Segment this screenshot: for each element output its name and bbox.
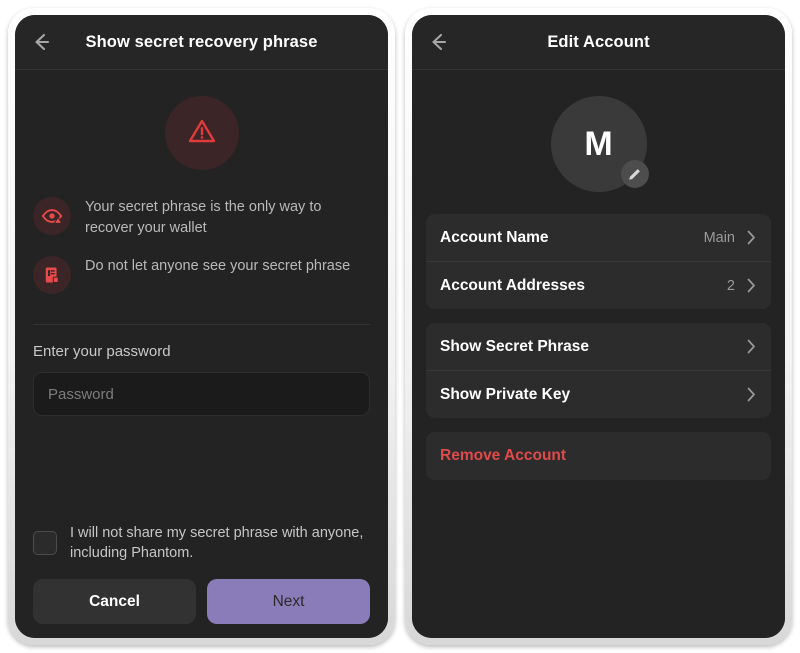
row-show-secret-phrase[interactable]: Show Secret Phrase <box>426 323 771 370</box>
row-show-private-key[interactable]: Show Private Key <box>426 370 771 418</box>
eye-warning-icon <box>33 197 71 235</box>
warning-section: Your secret phrase is the only way to re… <box>15 70 388 325</box>
avatar-initial: M <box>584 124 613 163</box>
action-button-row: Cancel Next <box>33 579 370 624</box>
row-label: Show Secret Phrase <box>440 337 590 355</box>
row-account-name[interactable]: Account Name Main <box>426 214 771 261</box>
row-remove-account[interactable]: Remove Account <box>426 432 771 480</box>
edit-account-screen: Edit Account M Account Name Main Account… <box>412 15 785 638</box>
row-value: Main <box>703 229 735 246</box>
password-label: Enter your password <box>33 343 171 360</box>
info-row: Do not let anyone see your secret phrase <box>33 247 370 302</box>
chevron-right-icon <box>745 387 757 402</box>
screenshot-stage: Show secret recovery phrase Your secret … <box>0 0 800 653</box>
avatar-wrap: M <box>426 70 771 214</box>
password-placeholder: Password <box>48 385 114 403</box>
left-header: Show secret recovery phrase <box>15 15 388 70</box>
left-phone-frame: Show secret recovery phrase Your secret … <box>8 8 395 645</box>
info-row: Your secret phrase is the only way to re… <box>33 188 370 247</box>
chevron-right-icon <box>745 339 757 354</box>
page-title: Show secret recovery phrase <box>85 32 318 51</box>
row-label: Account Name <box>440 228 549 246</box>
security-settings-card: Show Secret Phrase Show Private Key <box>426 323 771 418</box>
document-key-icon <box>33 256 71 294</box>
page-title: Edit Account <box>547 32 650 51</box>
consent-checkbox[interactable] <box>33 531 57 555</box>
row-label: Show Private Key <box>440 385 571 403</box>
cancel-button[interactable]: Cancel <box>33 579 196 624</box>
warning-badge-wrap <box>33 70 370 188</box>
password-section: Enter your password Password I will not … <box>15 325 388 638</box>
warning-triangle-icon <box>185 114 219 153</box>
back-arrow-icon[interactable] <box>426 30 450 54</box>
danger-card: Remove Account <box>426 432 771 480</box>
consent-row[interactable]: I will not share my secret phrase with a… <box>33 523 370 563</box>
remove-account-label: Remove Account <box>440 447 567 464</box>
right-phone-frame: Edit Account M Account Name Main Account… <box>405 8 792 645</box>
row-value: 2 <box>726 277 735 294</box>
chevron-right-icon <box>745 230 757 245</box>
right-header: Edit Account <box>412 15 785 70</box>
back-arrow-icon[interactable] <box>29 30 53 54</box>
info-row-label: Do not let anyone see your secret phrase <box>85 258 351 274</box>
show-secret-recovery-phrase-screen: Show secret recovery phrase Your secret … <box>15 15 388 638</box>
consent-label: I will not share my secret phrase with a… <box>70 525 364 561</box>
edit-account-body: M Account Name Main Account Addresses 2 … <box>412 70 785 638</box>
chevron-right-icon <box>745 278 757 293</box>
row-label: Account Addresses <box>440 276 585 294</box>
avatar[interactable]: M <box>550 96 649 192</box>
warning-badge <box>164 96 239 170</box>
next-button[interactable]: Next <box>207 579 370 624</box>
row-account-addresses[interactable]: Account Addresses 2 <box>426 261 771 309</box>
pencil-icon[interactable] <box>620 160 649 188</box>
password-input[interactable]: Password <box>33 372 370 416</box>
flex-spacer <box>33 416 370 523</box>
account-settings-card: Account Name Main Account Addresses 2 <box>426 214 771 309</box>
info-row-label: Your secret phrase is the only way to re… <box>85 199 322 236</box>
